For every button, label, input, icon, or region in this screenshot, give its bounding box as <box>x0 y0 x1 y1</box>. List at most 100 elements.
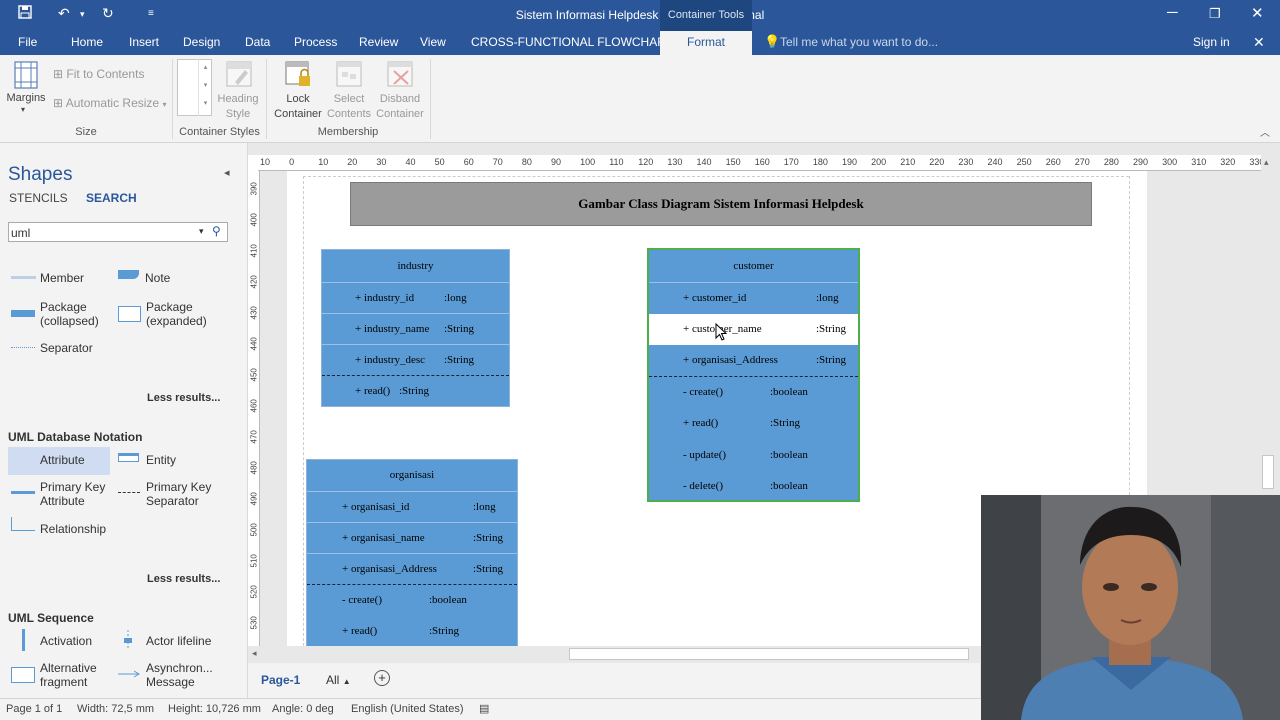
add-page-icon[interactable]: + <box>374 670 390 686</box>
select-contents-icon[interactable] <box>335 60 363 93</box>
margins-button[interactable] <box>12 60 40 95</box>
shape-package-collapsed[interactable]: Package (collapsed) <box>40 300 110 328</box>
tab-insert[interactable]: Insert <box>129 35 159 49</box>
class-industry[interactable]: industry + industry_id :long + industry_… <box>321 249 510 407</box>
operation-name: - update() <box>683 449 727 461</box>
shape-attribute[interactable]: Attribute <box>40 453 85 467</box>
less-results-link[interactable]: Less results... <box>147 392 220 404</box>
shape-alternative-fragment[interactable]: Alternative fragment <box>40 661 110 689</box>
macro-record-icon[interactable]: ▤ <box>479 702 489 715</box>
diagram-title[interactable]: Gambar Class Diagram Sistem Informasi He… <box>350 182 1092 226</box>
class-operation-row[interactable]: + read() :String <box>322 376 509 407</box>
shape-member[interactable]: Member <box>40 271 84 285</box>
collapse-panel-icon[interactable]: ◂ <box>224 166 230 179</box>
tab-file[interactable]: File <box>18 35 37 49</box>
class-attribute-row[interactable]: + organisasi_name :String <box>307 522 517 553</box>
class-customer[interactable]: customer + customer_id :long + customer_… <box>647 248 860 502</box>
search-dropdown-icon[interactable]: ▾ <box>199 226 204 237</box>
class-attribute-row-selected[interactable]: + customer_name :String <box>649 314 858 345</box>
page-margin-left <box>303 176 304 646</box>
tab-process[interactable]: Process <box>294 35 337 49</box>
tell-me-input[interactable]: Tell me what you want to do... <box>780 35 938 49</box>
tab-home[interactable]: Home <box>71 35 103 49</box>
ruler-tick-label: 430 <box>249 306 259 320</box>
shape-asynchronous-message[interactable]: Asynchron... Message <box>146 661 216 689</box>
automatic-resize-button[interactable]: ⊞ Automatic Resize ▾ <box>53 96 166 110</box>
tab-data[interactable]: Data <box>245 35 270 49</box>
all-pages-button[interactable]: All ▲ <box>326 673 351 687</box>
ruler-tick-label: 310 <box>1191 157 1207 167</box>
close-document-icon[interactable]: ✕ <box>1253 34 1265 51</box>
class-attribute-row[interactable]: + industry_name :String <box>322 313 509 344</box>
lock-container-label: Lock Container <box>274 93 322 120</box>
scroll-left-icon[interactable]: ◂ <box>252 648 257 659</box>
tab-format[interactable]: Format <box>660 31 752 55</box>
shape-relationship[interactable]: Relationship <box>40 522 106 536</box>
disband-container-icon[interactable] <box>386 60 414 93</box>
shape-note[interactable]: Note <box>145 271 170 285</box>
ribbon: Margins ▾ ⊞ Fit to Contents ⊞ Automatic … <box>0 55 1280 143</box>
status-language[interactable]: English (United States) <box>351 703 464 715</box>
shape-entity[interactable]: Entity <box>146 453 176 467</box>
minimize-icon[interactable]: ─ <box>1167 4 1178 21</box>
relationship-icon <box>11 517 35 531</box>
ruler-tick-label: 60 <box>463 157 474 167</box>
margins-label: Margins <box>6 92 46 104</box>
stencils-tab[interactable]: STENCILS <box>9 191 68 205</box>
title-bar: ↶ ▾ ↻ ≡ Sistem Informasi Helpdesk - Visi… <box>0 0 1280 31</box>
close-icon[interactable]: ✕ <box>1251 4 1264 22</box>
fit-to-contents-button[interactable]: ⊞ Fit to Contents <box>53 67 144 81</box>
tab-view[interactable]: View <box>420 35 446 49</box>
tab-design[interactable]: Design <box>183 35 220 49</box>
shape-separator[interactable]: Separator <box>40 341 93 355</box>
class-operation-row[interactable]: - create() :boolean <box>649 377 858 408</box>
class-organisasi[interactable]: organisasi + organisasi_id :long + organ… <box>306 459 518 646</box>
restore-icon[interactable]: ❐ <box>1209 6 1221 22</box>
class-attribute-row[interactable]: + industry_id :long <box>322 282 509 313</box>
class-attribute-row[interactable]: + organisasi_id :long <box>307 491 517 522</box>
heading-style-icon[interactable] <box>225 60 253 93</box>
window-title: Sistem Informasi Helpdesk - Visio Profes… <box>515 8 765 22</box>
shape-search-input[interactable]: uml <box>11 226 30 240</box>
shape-primary-key-separator[interactable]: Primary Key Separator <box>146 480 216 508</box>
shape-primary-key-attribute[interactable]: Primary Key Attribute <box>40 480 108 508</box>
ruler-tick-label: 0 <box>289 157 295 167</box>
less-results-link[interactable]: Less results... <box>147 573 220 585</box>
container-styles-group-title: Container Styles <box>179 126 260 138</box>
class-attribute-row[interactable]: + organisasi_Address :String <box>307 553 517 584</box>
collapse-ribbon-icon[interactable]: ︿ <box>1260 124 1270 139</box>
ruler-tick-label: 100 <box>580 157 596 167</box>
shape-activation[interactable]: Activation <box>40 634 92 648</box>
vertical-scrollbar[interactable]: ▴ <box>1261 155 1275 493</box>
shape-package-expanded[interactable]: Package (expanded) <box>146 300 216 328</box>
ruler-tick-label: 440 <box>249 337 259 351</box>
class-operation-row[interactable]: + read() :String <box>307 616 517 646</box>
tab-review[interactable]: Review <box>359 35 398 49</box>
ruler-tick-label: 190 <box>842 157 858 167</box>
class-operation-row[interactable]: - create() :boolean <box>307 585 517 616</box>
search-icon[interactable]: ⚲ <box>212 224 221 238</box>
class-operation-row[interactable]: - delete() :boolean <box>649 471 858 502</box>
shape-actor-lifeline[interactable]: Actor lifeline <box>146 634 211 648</box>
attribute-type: :String <box>816 354 846 366</box>
tab-cross-functional-flowchart[interactable]: CROSS-FUNCTIONAL FLOWCHART <box>471 35 673 49</box>
horizontal-scroll-thumb[interactable] <box>569 648 969 660</box>
ruler-tick-label: 150 <box>725 157 741 167</box>
operation-name: + read() <box>683 417 719 429</box>
class-attribute-row[interactable]: + organisasi_Address :String <box>649 345 858 376</box>
class-attribute-row[interactable]: + customer_id :long <box>649 282 858 313</box>
vertical-scroll-thumb[interactable] <box>1262 455 1274 489</box>
sign-in-link[interactable]: Sign in <box>1193 35 1230 49</box>
class-attribute-row[interactable]: + industry_desc :String <box>322 344 509 375</box>
scroll-up-icon[interactable]: ▴ <box>1264 157 1269 168</box>
class-operation-row[interactable]: + read() :String <box>649 408 858 439</box>
primary-key-attribute-icon <box>11 491 35 494</box>
ruler-tick-label: 280 <box>1103 157 1119 167</box>
search-tab[interactable]: SEARCH <box>86 191 137 205</box>
status-height: Height: 10,726 mm <box>168 703 261 715</box>
gallery-scroll[interactable]: ▴ ▾ ▾ <box>198 59 212 116</box>
margins-dropdown-icon[interactable]: ▾ <box>21 105 25 114</box>
class-operation-row[interactable]: - update() :boolean <box>649 440 858 471</box>
page-tab-page-1[interactable]: Page-1 <box>261 673 300 687</box>
lock-container-icon[interactable] <box>284 60 312 93</box>
